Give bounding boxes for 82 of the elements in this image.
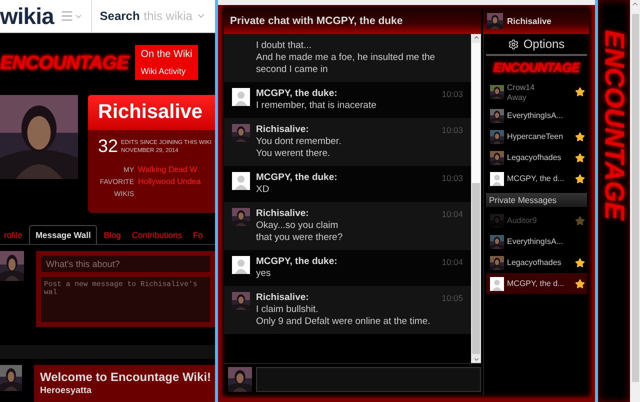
options-button[interactable]: Options bbox=[523, 37, 565, 51]
message-text: I claim bullshit. bbox=[256, 304, 320, 316]
user-name: Richisalive bbox=[507, 16, 552, 26]
chat-input-field[interactable] bbox=[256, 367, 481, 392]
message-time: 10:04 bbox=[442, 208, 463, 221]
star-icon[interactable] bbox=[575, 174, 585, 184]
profile-tab[interactable]: rofile bbox=[0, 225, 26, 244]
message-time: 10:04 bbox=[442, 256, 463, 269]
message-text: You dont remember. bbox=[256, 136, 342, 148]
menu-icon[interactable] bbox=[60, 9, 83, 23]
user-name: EverythingIsA... bbox=[507, 236, 564, 247]
user-name: EverythingIsA... bbox=[507, 110, 564, 121]
message-author: Richisalive: bbox=[256, 124, 310, 136]
user-list-item[interactable]: MCGPY, the d... bbox=[486, 168, 587, 189]
message-author: MCGPY, the duke: bbox=[256, 88, 338, 100]
user-name: Legacyofhades bbox=[507, 257, 562, 268]
user-name: MCGPY, the d... bbox=[507, 278, 566, 289]
message-text: You werent there. bbox=[256, 148, 332, 160]
message-text: that you were there? bbox=[256, 232, 344, 244]
user-name: MCGPY, the d... bbox=[507, 173, 566, 184]
default-avatar-icon bbox=[490, 276, 504, 290]
user-list-item[interactable]: EverythingIsA... bbox=[486, 105, 587, 126]
user-name: HypercaneTeen bbox=[507, 131, 564, 142]
edit-count: 32 bbox=[98, 136, 118, 157]
message-text: I remember, that is inacerate bbox=[256, 100, 378, 112]
message-text: Only 9 and Defalt were online at the time. bbox=[256, 316, 432, 328]
default-avatar-icon bbox=[232, 88, 250, 106]
scrollbar[interactable] bbox=[471, 34, 481, 363]
profile-name: Richisalive bbox=[98, 101, 203, 123]
title-field[interactable]: What's this about? bbox=[41, 256, 210, 272]
profile-tab[interactable]: Fo bbox=[188, 225, 207, 244]
message-text: yes bbox=[256, 268, 272, 280]
scroll-down-icon[interactable] bbox=[472, 356, 480, 363]
settings-icon[interactable] bbox=[508, 38, 520, 50]
message-author: Richisalive: bbox=[256, 292, 310, 304]
message-text: I doubt that... bbox=[256, 40, 312, 52]
star-icon[interactable] bbox=[575, 258, 585, 268]
message-text: Okay...so you claim bbox=[256, 220, 340, 232]
star-icon[interactable] bbox=[575, 132, 585, 142]
thread-author[interactable]: Heroesyatta bbox=[40, 385, 212, 395]
chat-title: Private chat with MCGPY, the duke bbox=[230, 15, 403, 27]
private-chat-item[interactable]: EverythingIsA... bbox=[486, 231, 587, 252]
message-author: MCGPY, the duke: bbox=[256, 172, 338, 184]
wikia-logo[interactable]: wikia bbox=[0, 2, 54, 30]
side-logo: ENCOUNTAGE bbox=[598, 30, 630, 222]
profile-tab[interactable]: Message Wall bbox=[29, 225, 97, 244]
profile-tab[interactable]: Contributions bbox=[128, 225, 186, 244]
message-time: 10:05 bbox=[442, 292, 463, 305]
user-list-item[interactable]: Crow14 Away bbox=[486, 79, 587, 105]
message-author: MCGPY, the duke: bbox=[256, 256, 338, 268]
profile-tab[interactable]: Blog bbox=[100, 225, 125, 244]
user-status: Away bbox=[507, 93, 528, 102]
user-name: Legacyofhades bbox=[507, 152, 562, 163]
star-icon[interactable] bbox=[575, 216, 585, 226]
user-list-item[interactable]: HypercaneTeen bbox=[486, 126, 587, 147]
star-icon[interactable] bbox=[575, 152, 585, 162]
chat-logo: ENCOUNTAGE bbox=[493, 60, 580, 75]
user-list-item[interactable]: Legacyofhades bbox=[486, 147, 587, 168]
wiki-logo[interactable]: ENCOUNTAGE bbox=[0, 53, 129, 75]
page-scrollbar[interactable] bbox=[630, 0, 640, 402]
message-author: Richisalive: bbox=[256, 208, 310, 220]
user-name: Crow14 bbox=[507, 82, 536, 93]
private-chat-item[interactable]: Legacyofhades bbox=[486, 252, 587, 273]
message-text: And he made me a foe, he insulted me the second I came in bbox=[256, 52, 436, 76]
message-time: 10:03 bbox=[442, 172, 463, 185]
star-icon[interactable] bbox=[575, 278, 585, 288]
default-avatar-icon bbox=[490, 172, 504, 186]
star-icon[interactable] bbox=[575, 87, 585, 97]
scroll-up-icon[interactable] bbox=[631, 0, 639, 8]
default-avatar-icon bbox=[232, 172, 250, 190]
thread-title[interactable]: Welcome to Encountage Wiki! bbox=[40, 370, 212, 384]
message-time: 10:03 bbox=[442, 124, 463, 137]
nav-item[interactable]: Wiki Activity bbox=[140, 66, 192, 76]
nav-title[interactable]: On the Wiki bbox=[140, 49, 192, 60]
message-time: 10:03 bbox=[442, 88, 463, 101]
search-label: Search bbox=[100, 9, 140, 23]
scroll-up-icon[interactable] bbox=[472, 34, 480, 41]
private-messages-header: Private Messages bbox=[486, 193, 587, 207]
default-avatar-icon bbox=[232, 256, 250, 274]
user-name: Auditor9 bbox=[507, 215, 538, 226]
message-text: XD bbox=[256, 184, 270, 196]
private-chat-item[interactable]: MCGPY, the d... bbox=[486, 273, 587, 294]
